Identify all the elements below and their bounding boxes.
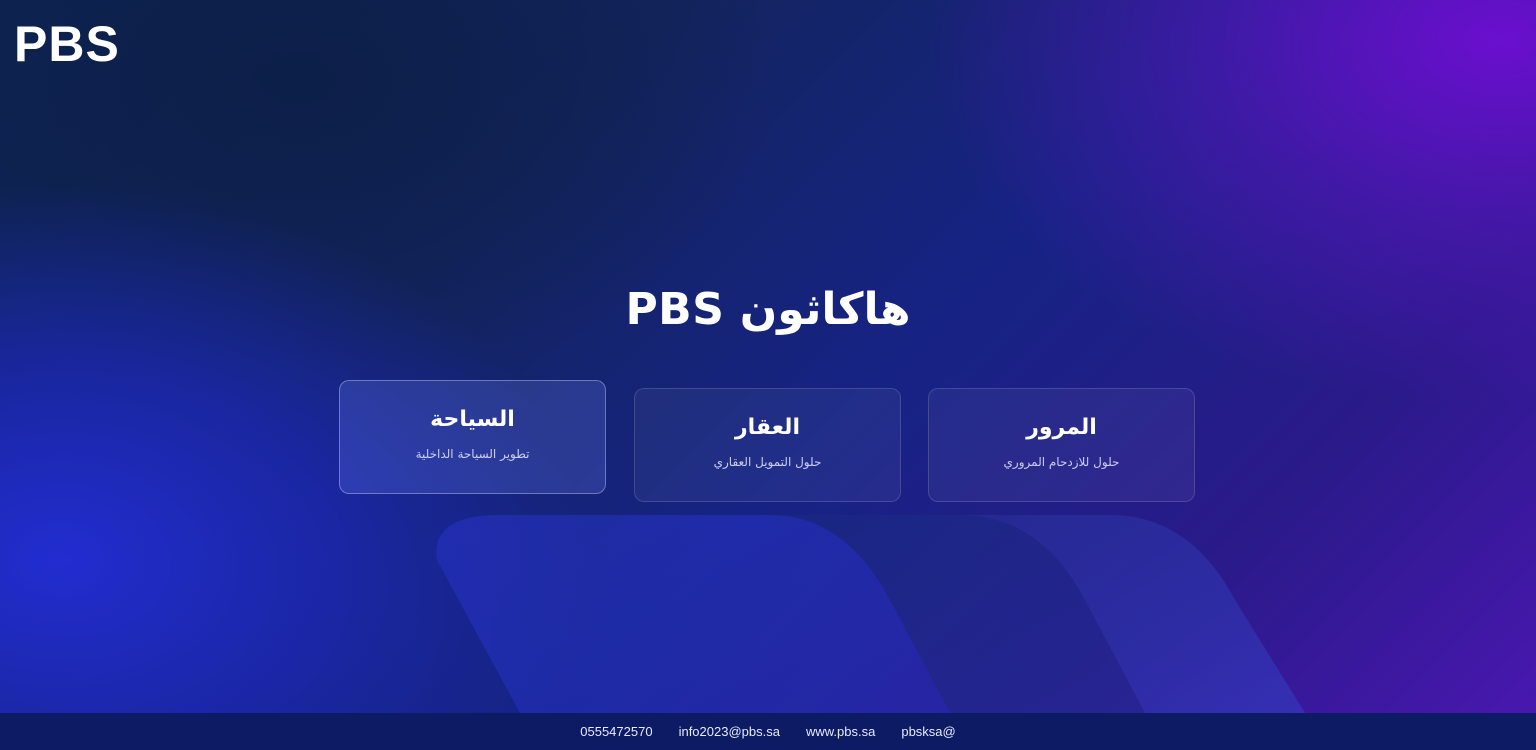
card-title: السياحة bbox=[430, 407, 515, 432]
background-shapes bbox=[436, 515, 1305, 713]
card-real-estate[interactable]: العقار حلول التمويل العقاري bbox=[634, 388, 901, 502]
card-subtitle: حلول التمويل العقاري bbox=[713, 455, 822, 469]
wave-shape-right bbox=[960, 515, 1305, 713]
footer-social[interactable]: pbsksa@ bbox=[901, 724, 955, 739]
pbs-logo[interactable]: PBS bbox=[14, 18, 118, 66]
wave-shape-middle bbox=[770, 515, 1145, 713]
footer-email[interactable]: info2023@pbs.sa bbox=[679, 724, 780, 739]
footer-contact-bar: 0555472570 info2023@pbs.sa www.pbs.sa pb… bbox=[0, 713, 1536, 750]
card-tourism[interactable]: السياحة تطوير السياحة الداخلية bbox=[339, 380, 606, 494]
page-title: هاكاثون PBS bbox=[625, 284, 911, 335]
footer-phone[interactable]: 0555472570 bbox=[580, 724, 652, 739]
card-subtitle: حلول للازدحام المروري bbox=[1003, 455, 1120, 469]
card-title: المرور bbox=[1026, 415, 1097, 440]
card-subtitle: تطوير السياحة الداخلية bbox=[415, 447, 530, 461]
hackathon-page: PBS هاكاثون PBS السياحة تطوير السياحة ال… bbox=[0, 0, 1536, 750]
card-traffic[interactable]: المرور حلول للازدحام المروري bbox=[928, 388, 1195, 502]
wave-shape-left bbox=[436, 515, 950, 713]
footer-website[interactable]: www.pbs.sa bbox=[806, 724, 875, 739]
card-title: العقار bbox=[735, 415, 800, 440]
svg-text:PBS: PBS bbox=[14, 18, 118, 66]
